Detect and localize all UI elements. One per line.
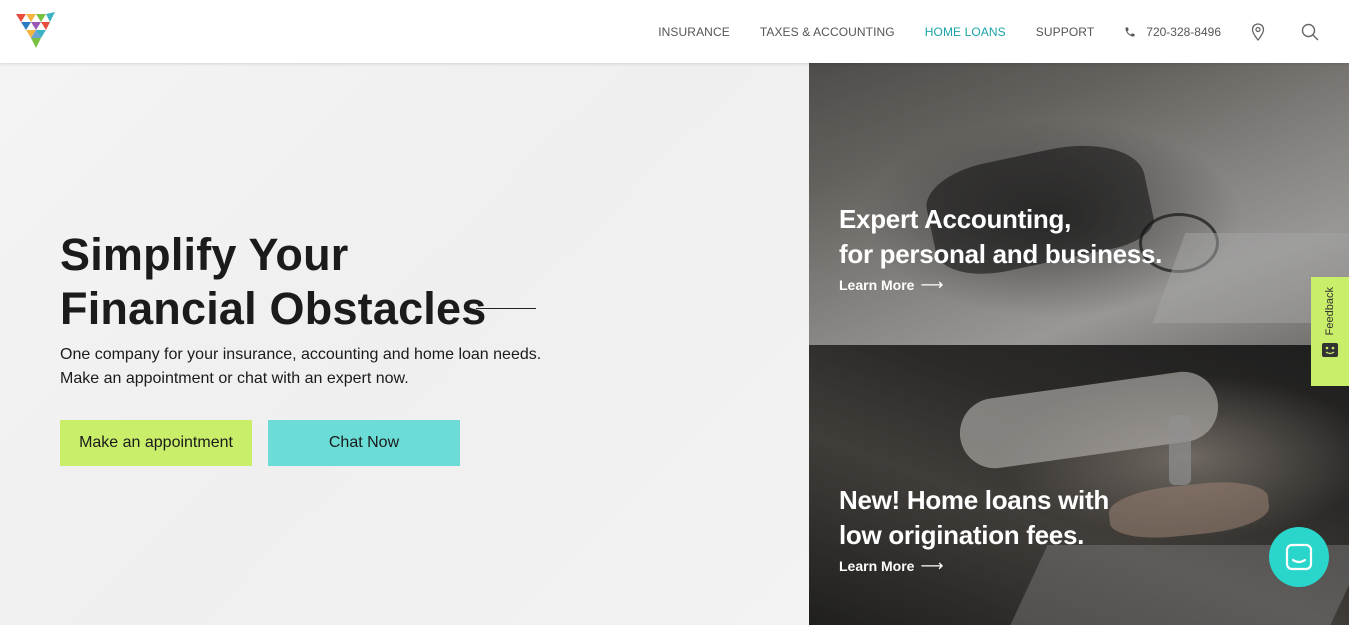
chat-icon <box>1285 543 1313 571</box>
feedback-tab[interactable]: Feedback <box>1311 277 1349 386</box>
nav-support[interactable]: SUPPORT <box>1036 25 1095 39</box>
nav-taxes-accounting[interactable]: TAXES & ACCOUNTING <box>760 25 895 39</box>
accounting-title-line-2: for personal and business. <box>839 239 1163 269</box>
title-divider <box>476 308 536 309</box>
arrow-right-icon: ⟶ <box>920 277 944 294</box>
site-header: INSURANCE TAXES & ACCOUNTING HOME LOANS … <box>0 0 1349 63</box>
arrow-right-icon: ⟶ <box>920 558 944 575</box>
accounting-title-line-1: Expert Accounting, <box>839 204 1071 234</box>
chat-now-button[interactable]: Chat Now <box>268 420 460 466</box>
nav-home-loans[interactable]: HOME LOANS <box>925 25 1006 39</box>
phone-icon <box>1125 27 1135 36</box>
make-appointment-button[interactable]: Make an appointment <box>60 420 252 466</box>
phone-link[interactable]: 720-328-8496 <box>1124 25 1221 39</box>
home-loans-title-line-2: low origination fees. <box>839 520 1085 550</box>
hero-title: Simplify Your Financial Obstacles <box>60 228 486 336</box>
home-loans-learn-more-link[interactable]: Learn More ⟶ <box>839 556 943 576</box>
feedback-face-icon <box>1322 343 1338 362</box>
learn-more-label: Learn More <box>839 558 915 574</box>
home-loans-panel[interactable]: New! Home loans with low origination fee… <box>809 345 1349 625</box>
chat-widget-button[interactable] <box>1269 527 1329 587</box>
location-pin-icon[interactable] <box>1251 22 1265 41</box>
nav-insurance[interactable]: INSURANCE <box>658 25 730 39</box>
home-loans-panel-title: New! Home loans with low origination fee… <box>839 483 1109 553</box>
hero-title-line-2: Financial Obstacles <box>60 283 487 334</box>
home-loans-title-line-1: New! Home loans with <box>839 485 1109 515</box>
hero-section: Simplify Your Financial Obstacles One co… <box>0 63 809 625</box>
main-nav: INSURANCE TAXES & ACCOUNTING HOME LOANS … <box>658 0 1349 63</box>
accounting-panel-title: Expert Accounting, for personal and busi… <box>839 202 1162 272</box>
feedback-label: Feedback <box>1324 287 1336 336</box>
phone-number: 720-328-8496 <box>1146 24 1221 39</box>
search-icon[interactable] <box>1301 23 1319 41</box>
accounting-panel[interactable]: Expert Accounting, for personal and busi… <box>809 63 1349 345</box>
hero-subtitle-line-2: Make an appointment or chat with an expe… <box>60 370 409 387</box>
hero-subtitle: One company for your insurance, accounti… <box>60 343 541 391</box>
learn-more-label: Learn More <box>839 277 915 293</box>
accounting-learn-more-link[interactable]: Learn More ⟶ <box>839 275 943 295</box>
logo[interactable] <box>14 10 58 52</box>
hero-title-line-1: Simplify Your <box>60 229 349 280</box>
hero-subtitle-line-1: One company for your insurance, accounti… <box>60 346 542 363</box>
